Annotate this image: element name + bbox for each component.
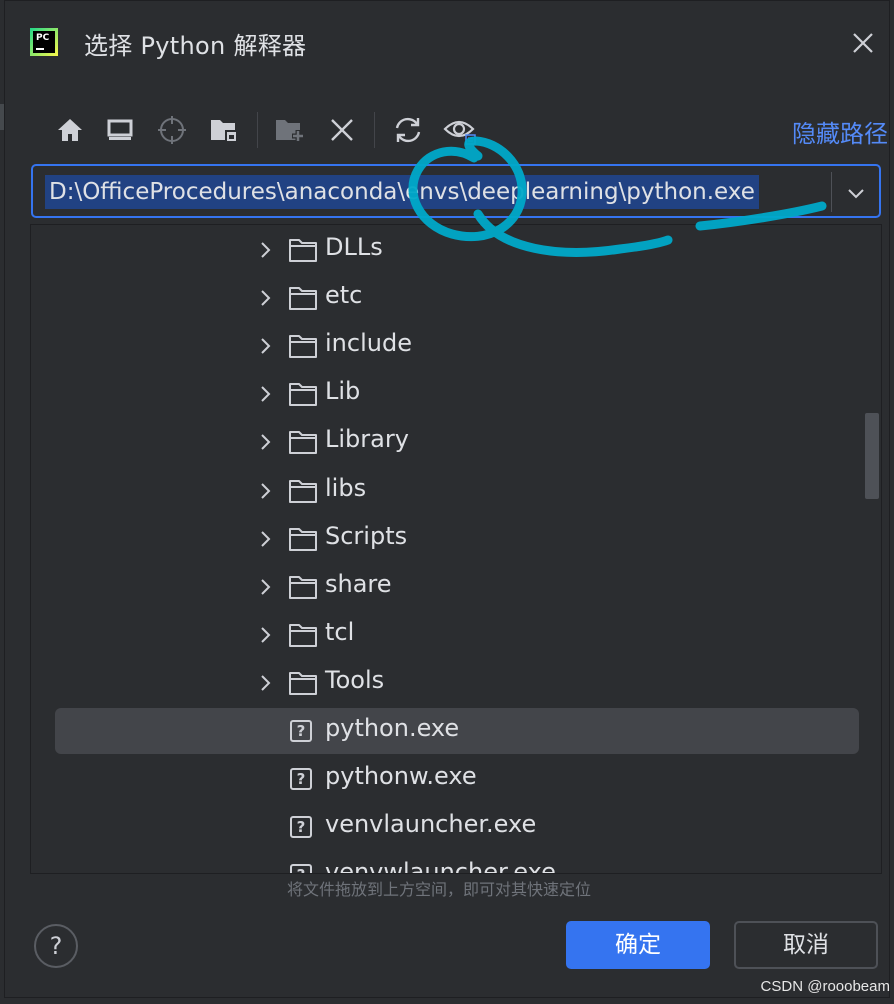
chevron-right-icon[interactable] (255, 288, 275, 308)
tree-folder-row[interactable]: tcl (31, 612, 881, 658)
tree-item-label: libs (325, 473, 367, 502)
tree-item-label: venvwlauncher.exe (325, 858, 556, 874)
unknown-file-icon: ? (290, 768, 312, 791)
tree-item-label: venvlauncher.exe (325, 810, 537, 839)
tree-folder-row[interactable]: libs (31, 468, 881, 514)
tree-item-label: share (325, 569, 392, 598)
path-input[interactable]: D:\OfficeProcedures\anaconda\envs\deeple… (31, 164, 881, 218)
help-button[interactable]: ? (34, 924, 78, 968)
tree-file-row[interactable]: ? venvlauncher.exe (31, 804, 881, 850)
folder-icon (289, 671, 317, 695)
folder-icon (289, 287, 317, 311)
locate-button[interactable] (152, 110, 192, 150)
folder-icon (289, 479, 317, 503)
refresh-icon (395, 117, 421, 143)
unknown-file-icon: ? (290, 720, 312, 742)
tree-folder-row[interactable]: DLLs (31, 227, 881, 273)
chevron-right-icon[interactable] (255, 240, 275, 260)
tree-item-label: include (325, 329, 412, 358)
chevron-right-icon[interactable] (255, 577, 275, 597)
desktop-icon (107, 119, 133, 140)
tree-item-label: tcl (325, 617, 355, 646)
tree-scrollbar-thumb[interactable] (865, 413, 879, 499)
unknown-file-icon: ? (290, 816, 312, 839)
folder-icon (289, 335, 317, 359)
close-icon (853, 33, 873, 53)
close-button[interactable] (850, 30, 876, 56)
folder-icon (289, 383, 317, 407)
tree-folder-row[interactable]: Scripts (31, 516, 881, 562)
tree-item-label: pythonw.exe (325, 762, 477, 791)
toolbar-separator (374, 112, 375, 148)
chevron-right-icon[interactable] (255, 336, 275, 356)
show-hidden-icon (443, 120, 476, 145)
new-folder-icon (276, 120, 304, 142)
desktop-button[interactable] (100, 110, 140, 150)
tree-item-label: Library (325, 425, 409, 454)
chevron-right-icon[interactable] (255, 673, 275, 693)
chevron-right-icon[interactable] (255, 384, 275, 404)
locate-icon (158, 116, 186, 144)
chevron-down-icon (848, 189, 864, 199)
project-folder-icon (211, 120, 237, 142)
hide-path-link[interactable]: 隐藏路径 (792, 114, 888, 149)
folder-icon (289, 239, 317, 262)
drop-hint: 将文件拖放到上方空间，即可对其快速定位 (287, 880, 592, 899)
cancel-button[interactable]: 取消 (734, 921, 878, 969)
tree-file-row[interactable]: ? venvwlauncher.exe (31, 852, 881, 874)
tree-folder-row[interactable]: share (31, 564, 881, 610)
tree-folder-row[interactable]: Library (31, 419, 881, 465)
csdn-watermark: CSDN @rooobeam (760, 978, 890, 995)
tree-file-row[interactable]: ? pythonw.exe (31, 756, 881, 802)
folder-icon (289, 575, 317, 599)
ok-button[interactable]: 确定 (566, 921, 710, 969)
dialog-title: 选择 Python 解释器 (84, 32, 307, 60)
tree-item-label: python.exe (325, 714, 460, 742)
chevron-right-icon[interactable] (255, 529, 275, 549)
pycharm-logo-icon: PC (30, 28, 58, 56)
chevron-right-icon[interactable] (255, 481, 275, 501)
tree-item-label: etc (325, 281, 363, 310)
refresh-button[interactable] (388, 110, 428, 150)
unknown-file-icon: ? (290, 864, 312, 873)
tree-folder-row[interactable]: etc (31, 275, 881, 321)
show-hidden-button[interactable] (440, 110, 480, 150)
tree-item-label: Lib (325, 377, 361, 406)
project-folder-button[interactable] (204, 110, 244, 150)
folder-icon (289, 623, 317, 647)
delete-icon (331, 119, 353, 141)
home-button[interactable] (50, 110, 90, 150)
new-folder-button[interactable] (270, 110, 310, 150)
path-input-value[interactable]: D:\OfficeProcedures\anaconda\envs\deeple… (45, 175, 759, 209)
tree-folder-row[interactable]: Tools (31, 660, 881, 706)
file-tree[interactable]: DLLs etc include Lib Library libs Scripts share… (30, 224, 882, 874)
delete-button[interactable] (322, 110, 362, 150)
tree-item-label: DLLs (325, 233, 383, 261)
tree-file-row[interactable]: ? python.exe (31, 708, 881, 754)
app-icon-text: PC (33, 31, 55, 53)
toolbar-separator (257, 112, 258, 148)
tree-item-label: Scripts (325, 521, 408, 550)
tree-folder-row[interactable]: Lib (31, 371, 881, 417)
folder-icon (289, 527, 317, 551)
path-history-dropdown[interactable] (839, 176, 873, 210)
tree-item-label: Tools (325, 665, 385, 694)
path-divider (831, 172, 832, 212)
tree-folder-row[interactable]: include (31, 323, 881, 369)
folder-icon (289, 431, 317, 455)
home-icon (58, 119, 82, 141)
chevron-right-icon[interactable] (255, 432, 275, 452)
chevron-right-icon[interactable] (255, 625, 275, 645)
